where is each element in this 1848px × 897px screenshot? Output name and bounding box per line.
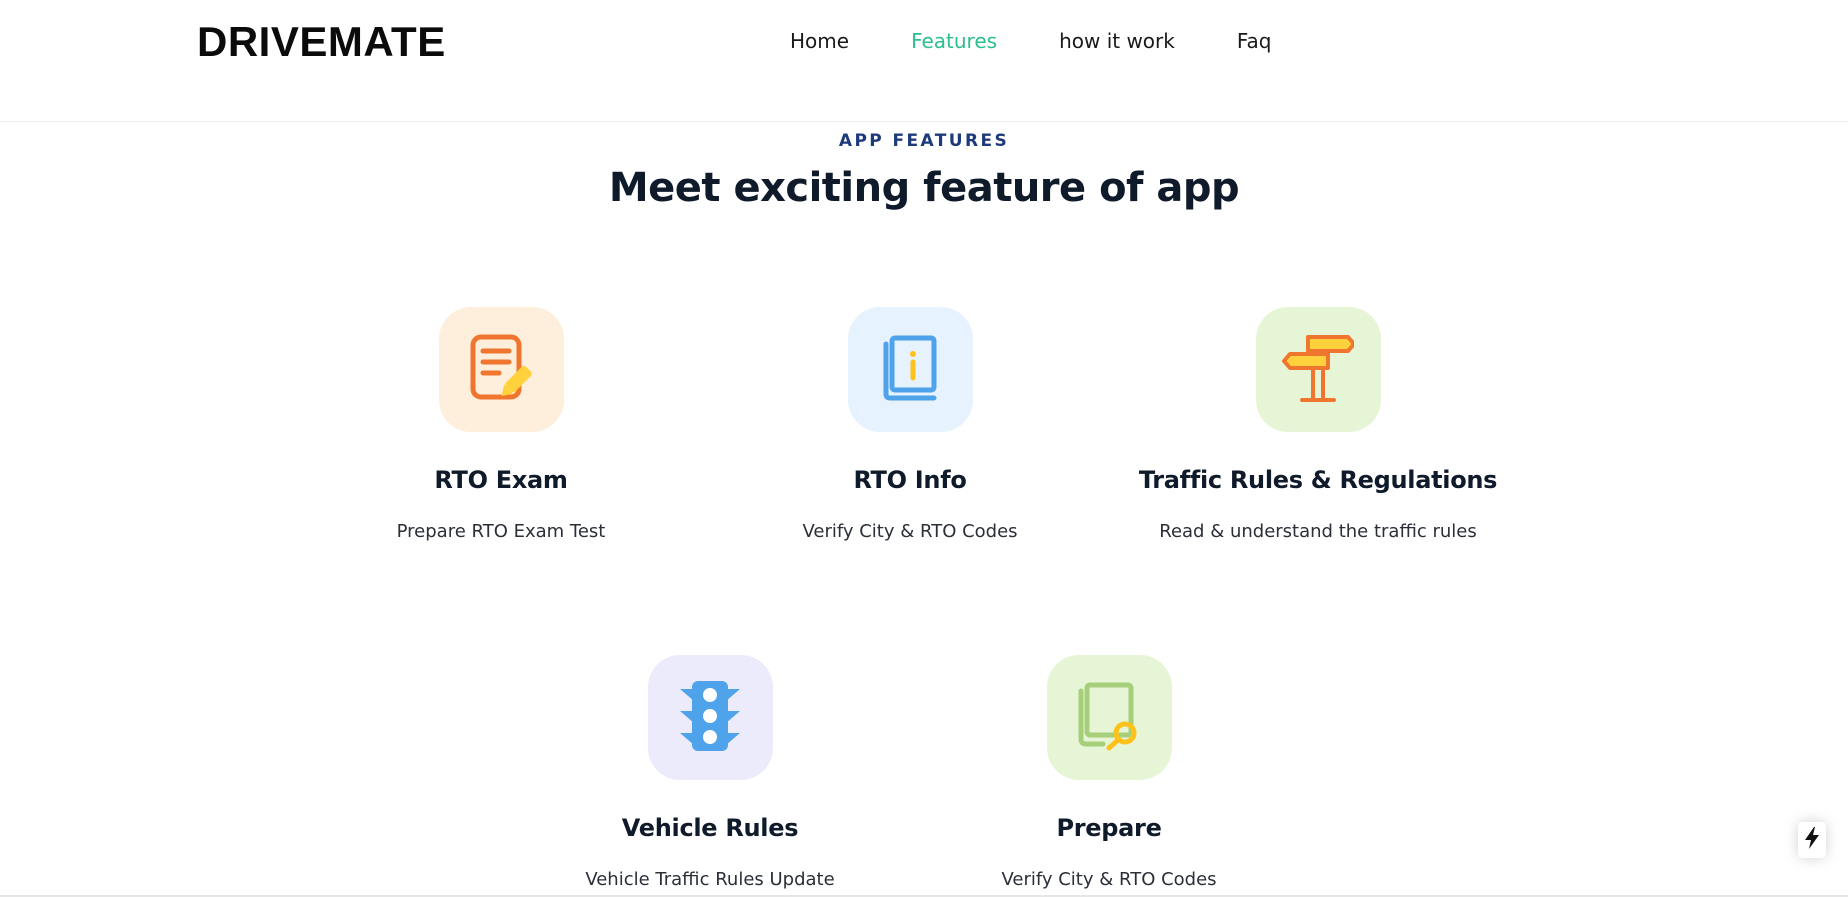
feature-description: Verify City & RTO Codes (802, 521, 1018, 542)
info-book-icon (880, 334, 940, 406)
feature-card-rto-info[interactable]: RTO Info Verify City & RTO Codes (710, 307, 1110, 542)
section-eyebrow: APP FEATURES (838, 131, 1010, 151)
feature-description: Prepare RTO Exam Test (396, 521, 606, 542)
brand-logo[interactable]: DRIVEMATE (197, 18, 446, 66)
feature-title: RTO Info (853, 466, 967, 494)
book-search-icon (1075, 681, 1143, 755)
nav-features[interactable]: Features (911, 29, 997, 53)
section-title: Meet exciting feature of app (608, 165, 1240, 211)
signpost-icon (1282, 332, 1356, 408)
feature-card-prepare[interactable]: Prepare Verify City & RTO Codes (909, 655, 1309, 890)
nav-home[interactable]: Home (790, 29, 849, 53)
feature-card-traffic-rules[interactable]: Traffic Rules & Regulations Read & under… (1118, 307, 1518, 542)
feature-icon-box (847, 307, 973, 432)
nav-how-it-work[interactable]: how it work (1059, 29, 1175, 53)
feature-title: Traffic Rules & Regulations (1138, 466, 1498, 494)
feature-icon-box (1255, 307, 1381, 432)
feature-icon-box (1046, 655, 1172, 780)
feature-icon-box (438, 307, 564, 432)
main-nav: Home Features how it work Faq (790, 29, 1333, 53)
lightning-bolt-icon (1804, 827, 1820, 853)
feature-card-rto-exam[interactable]: RTO Exam Prepare RTO Exam Test (301, 307, 701, 542)
feature-description: Verify City & RTO Codes (1001, 869, 1217, 890)
feature-description: Vehicle Traffic Rules Update (585, 869, 835, 890)
exam-document-icon (469, 333, 533, 407)
nav-faq[interactable]: Faq (1237, 29, 1272, 53)
feature-title: Vehicle Rules (621, 814, 799, 842)
site-header: DRIVEMATE Home Features how it work Faq (0, 0, 1848, 122)
feature-icon-box (647, 655, 773, 780)
feature-title: RTO Exam (434, 466, 568, 494)
traffic-light-icon (678, 679, 742, 757)
floating-action-button[interactable] (1798, 822, 1826, 858)
feature-title: Prepare (1056, 814, 1162, 842)
feature-description: Read & understand the traffic rules (1159, 521, 1477, 542)
feature-card-vehicle-rules[interactable]: Vehicle Rules Vehicle Traffic Rules Upda… (510, 655, 910, 890)
